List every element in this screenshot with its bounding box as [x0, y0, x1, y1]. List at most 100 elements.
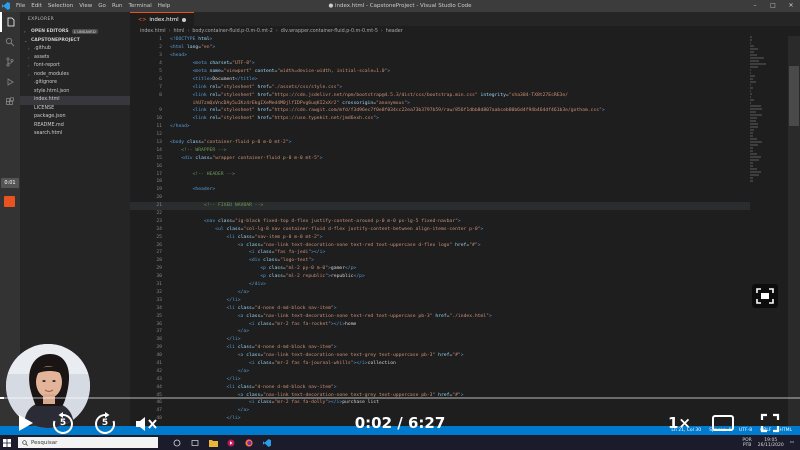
code-line[interactable]: 37 </a> — [130, 328, 750, 336]
close-icon[interactable]: ✕ — [782, 0, 800, 12]
code-line[interactable]: ihU7zmQxVncDAy5uIKz4rEkgIXeMed4M0jlfIDPv… — [130, 99, 750, 107]
taskbar-search-input[interactable]: Pesquisar — [18, 437, 158, 448]
cortana-icon[interactable] — [172, 438, 182, 448]
tree-item[interactable]: › node_modules — [20, 71, 130, 80]
search-icon[interactable] — [0, 32, 20, 52]
maximize-icon[interactable]: □ — [764, 0, 782, 12]
code-line[interactable]: 38 </li> — [130, 336, 750, 344]
encoding[interactable]: UTF-8 — [739, 428, 752, 433]
fullscreen-button[interactable] — [760, 413, 780, 433]
windows-start-icon[interactable] — [0, 435, 14, 450]
breadcrumb-item[interactable]: header — [386, 29, 403, 34]
picture-in-picture-button[interactable] — [752, 284, 778, 308]
code-line[interactable]: 35 <a class="nav-link text-decoration-no… — [130, 312, 750, 320]
language-indicator[interactable]: POR PTB — [742, 438, 751, 448]
code-line[interactable]: 5 <meta name="viewport" content="width=d… — [130, 68, 750, 76]
code-line[interactable]: 12 — [130, 131, 750, 139]
firefox-icon[interactable] — [244, 438, 254, 448]
menu-run[interactable]: Run — [112, 0, 123, 12]
code-line[interactable]: 31 </div> — [130, 281, 750, 289]
breadcrumb-item[interactable]: html — [174, 29, 185, 34]
task-view-icon[interactable] — [190, 438, 200, 448]
tab-index-html[interactable]: <> index.html — [130, 12, 194, 26]
minimap[interactable] — [750, 36, 766, 426]
code-line[interactable]: 32 </a> — [130, 289, 750, 297]
code-line[interactable]: 30 <p class="ml-2 republic">republic</p> — [130, 273, 750, 281]
code-line[interactable]: 29 <p class="ml-2 py-0 m-0">gamer</p> — [130, 265, 750, 273]
tree-item[interactable]: LICENSE — [20, 105, 130, 114]
code-line[interactable]: 1 <!DOCTYPE html> — [130, 36, 750, 44]
code-line[interactable]: 23 <nav class="ig-black fixed-top d-flex… — [130, 217, 750, 225]
vscode-taskbar-icon[interactable] — [262, 438, 272, 448]
code-line[interactable]: 17 <!-- HEADER --> — [130, 170, 750, 178]
code-line[interactable]: 9 <link rel="stylesheet" href="https://c… — [130, 107, 750, 115]
playback-speed-button[interactable]: 1× — [668, 414, 691, 432]
code-line[interactable]: 13 <body class="container-fluid p-0 m-0 m… — [130, 139, 750, 147]
stop-recording-button[interactable] — [4, 196, 15, 207]
code-line[interactable]: 39 <li class="d-none d-md-block nav-item… — [130, 344, 750, 352]
code-line[interactable]: 44 <li class="d-none d-md-block nav-item… — [130, 383, 750, 391]
code-line[interactable]: 24 <ul class="col-lg-8 nav container-flu… — [130, 225, 750, 233]
code-line[interactable]: 11 </head> — [130, 123, 750, 131]
code-line[interactable]: 40 <a class="nav-link text-decoration-no… — [130, 352, 750, 360]
scrollbar-thumb[interactable] — [789, 66, 799, 126]
code-line[interactable]: 19 <header> — [130, 186, 750, 194]
code-line[interactable]: 15 <div class="wrapper container-fluid p… — [130, 154, 750, 162]
video-progress-bar[interactable] — [0, 397, 800, 399]
tree-item[interactable]: › font-report — [20, 62, 130, 71]
play-button[interactable] — [14, 412, 36, 434]
unsaved-dot-icon[interactable] — [181, 17, 186, 22]
code-line[interactable]: 6 <title>Document</title> — [130, 75, 750, 83]
code-line[interactable]: 16 — [130, 162, 750, 170]
code-line[interactable]: 10 <link rel="stylesheet" href="https://… — [130, 115, 750, 123]
code-line[interactable]: 34 <li class="d-none d-md-block nav-item… — [130, 304, 750, 312]
clock[interactable]: 19:05 26/11/2020 — [758, 438, 784, 448]
code-line[interactable]: 3 <head> — [130, 52, 750, 60]
captions-button[interactable] — [712, 415, 734, 431]
tree-item[interactable]: › .github — [20, 45, 130, 54]
tree-item[interactable]: › assets — [20, 54, 130, 63]
code-line[interactable]: 43 </li> — [130, 375, 750, 383]
code-line[interactable]: 18 — [130, 178, 750, 186]
menu-view[interactable]: View — [79, 0, 92, 12]
code-line[interactable]: 25 <li class="nav-item p-0 m-0 mt-2"> — [130, 233, 750, 241]
tree-item[interactable]: package.json — [20, 113, 130, 122]
project-section[interactable]: ⌄ CAPSTONEPROJECT — [20, 36, 130, 45]
code-line[interactable]: 33 </li> — [130, 296, 750, 304]
menu-terminal[interactable]: Terminal — [128, 0, 151, 12]
code-line[interactable]: 36 <i class="mr-2 fas fa-rocket"></i>hom… — [130, 320, 750, 328]
code-line[interactable]: 22 — [130, 210, 750, 218]
code-line[interactable]: 27 <i class="fas fa-jedi"></i> — [130, 249, 750, 257]
code-line[interactable]: 20 — [130, 194, 750, 202]
skip-back-button[interactable]: 5 — [50, 411, 76, 437]
code-line[interactable]: 41 <i class="mr-2 fas fa-journal-whills"… — [130, 360, 750, 368]
run-debug-icon[interactable] — [0, 72, 20, 92]
tree-item[interactable]: .gitignore — [20, 79, 130, 88]
menu-help[interactable]: Help — [158, 0, 171, 12]
menu-edit[interactable]: Edit — [31, 0, 42, 12]
minimize-icon[interactable]: – — [746, 0, 764, 12]
code-line[interactable]: 4 <meta charset="UTF-8"> — [130, 60, 750, 68]
menu-selection[interactable]: Selection — [48, 0, 73, 12]
code-line[interactable]: 26 <a class="nav-link text-decoration-no… — [130, 241, 750, 249]
notifications-icon[interactable]: ▭ — [790, 440, 794, 445]
code-line[interactable]: 14 <!-- WRAPPER --> — [130, 146, 750, 154]
language-mode[interactable]: HTML — [779, 428, 792, 433]
source-control-icon[interactable] — [0, 52, 20, 72]
editor-scrollbar[interactable] — [788, 36, 800, 426]
open-editors-section[interactable]: › OPEN EDITORS 1 UNSAVED — [20, 27, 130, 36]
tree-item[interactable]: style.html.json — [20, 88, 130, 97]
code-editor[interactable]: 1 <!DOCTYPE html> 2 <html lang="en"> 3 <head>… — [130, 36, 750, 426]
code-line[interactable]: 2 <html lang="en"> — [130, 44, 750, 52]
breadcrumb-item[interactable]: index.html — [140, 29, 166, 34]
code-line[interactable]: 7 <link rel="stylesheet" href="./assets/… — [130, 83, 750, 91]
code-line[interactable]: 46 <i class="mr-2 fas fa-dolly"></i>purc… — [130, 399, 750, 407]
menu-file[interactable]: File — [16, 0, 25, 12]
tree-item[interactable]: README.md — [20, 122, 130, 131]
breadcrumb-item[interactable]: body.container-fluid.p-0.m-0.mt-2 — [192, 29, 273, 34]
media-player-icon[interactable] — [226, 438, 236, 448]
code-line[interactable]: 8 <link rel="stylesheet" href="https://c… — [130, 91, 750, 99]
breadcrumb-item[interactable]: div.wrapper.container-fluid.p-0.m-0.mt-5 — [281, 29, 378, 34]
extensions-icon[interactable] — [0, 92, 20, 112]
file-explorer-icon[interactable] — [208, 438, 218, 448]
